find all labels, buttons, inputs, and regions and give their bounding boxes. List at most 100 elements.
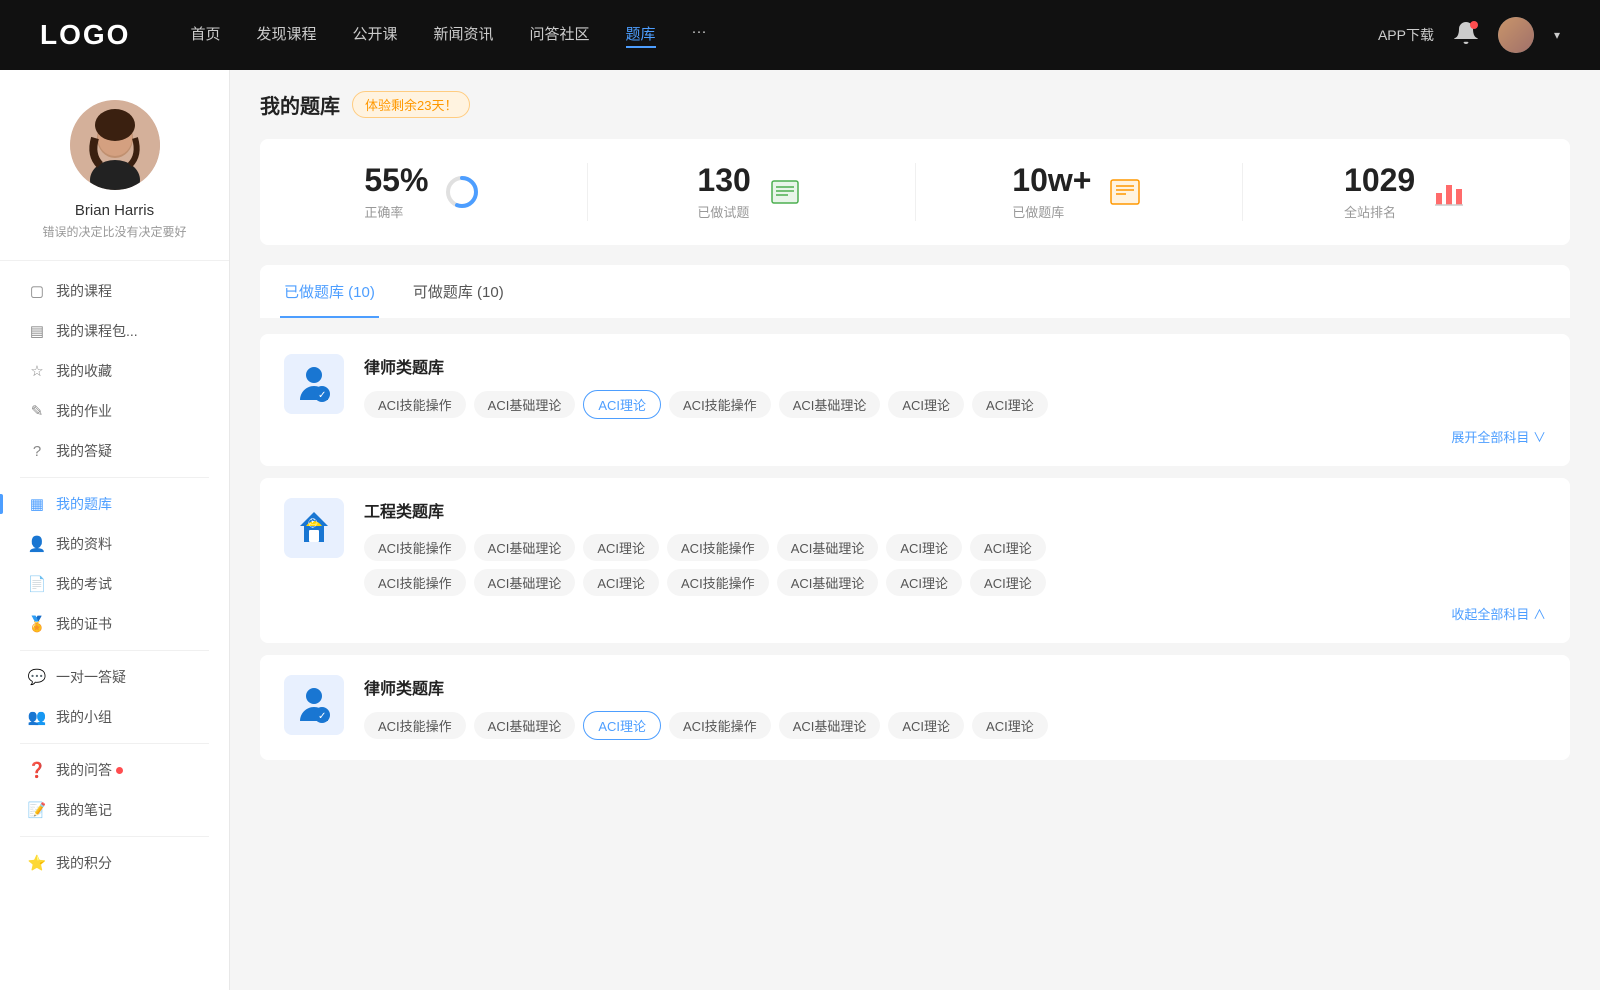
nav-item-···[interactable]: ··· [692, 23, 707, 48]
stat-value: 55% [364, 163, 428, 198]
sidebar-item-我的问答[interactable]: ❓我的问答 [0, 750, 229, 790]
tab-可做题库 (10)[interactable]: 可做题库 (10) [409, 265, 508, 318]
tag-1-row2-3[interactable]: ACI技能操作 [667, 569, 769, 596]
sidebar-item-我的资料[interactable]: 👤我的资料 [0, 524, 229, 564]
logo: LOGO [40, 19, 130, 51]
stat-text: 1029 全站排名 [1344, 163, 1415, 221]
sidebar-divider-13 [20, 836, 209, 837]
sidebar-motto: 错误的决定比没有决定要好 [42, 223, 186, 240]
tag-2-1[interactable]: ACI基础理论 [474, 712, 576, 739]
sidebar-item-label: 我的作业 [56, 401, 112, 421]
homework-icon: ✎ [28, 402, 46, 420]
tag-1-row2-2[interactable]: ACI理论 [583, 569, 659, 596]
collapse-link-1[interactable]: 收起全部科目 ∧ [364, 604, 1546, 623]
stat-item-全站排名: 1029 全站排名 [1243, 163, 1570, 221]
tag-1-1[interactable]: ACI基础理论 [474, 534, 576, 561]
tag-0-4[interactable]: ACI基础理论 [779, 391, 881, 418]
sidebar-item-label: 我的收藏 [56, 361, 112, 381]
donut-icon [442, 172, 482, 212]
stat-label: 已做题库 [1012, 202, 1091, 221]
points-icon: ⭐ [28, 854, 46, 872]
expand-link-0[interactable]: 展开全部科目 ∨ [364, 427, 1546, 446]
stat-item-正确率: 55% 正确率 [260, 163, 588, 221]
sidebar-item-label: 我的答疑 [56, 441, 112, 461]
stats-card: 55% 正确率 130 已做试题 10w+ 已做题库 1029 全站排名 [260, 139, 1570, 245]
user-dropdown-arrow[interactable]: ▾ [1554, 28, 1560, 42]
sidebar-item-label: 我的题库 [56, 494, 112, 514]
engineer-icon: ⛑ [284, 498, 344, 558]
sidebar-item-label: 我的笔记 [56, 800, 112, 820]
page-title: 我的题库 [260, 90, 340, 119]
notification-bell[interactable] [1454, 21, 1478, 50]
data-icon: 👤 [28, 535, 46, 553]
sidebar-item-我的证书[interactable]: 🏅我的证书 [0, 604, 229, 644]
stat-item-已做试题: 130 已做试题 [588, 163, 916, 221]
nav-item-问答社区[interactable]: 问答社区 [530, 23, 590, 48]
book-icon [1105, 172, 1145, 212]
notification-dot [1470, 21, 1478, 29]
bank-card-0: ✓ 律师类题库ACI技能操作ACI基础理论ACI理论ACI技能操作ACI基础理论… [260, 334, 1570, 466]
tag-0-6[interactable]: ACI理论 [972, 391, 1048, 418]
sidebar-item-我的考试[interactable]: 📄我的考试 [0, 564, 229, 604]
lawyer-icon: ✓ [284, 354, 344, 414]
nav-item-新闻资讯[interactable]: 新闻资讯 [434, 23, 494, 48]
tag-1-5[interactable]: ACI理论 [886, 534, 962, 561]
tag-2-2[interactable]: ACI理论 [583, 711, 661, 740]
one-one-icon: 💬 [28, 668, 46, 686]
nav-item-题库[interactable]: 题库 [626, 23, 656, 48]
sidebar-divider-11 [20, 743, 209, 744]
nav-item-首页[interactable]: 首页 [190, 23, 220, 48]
tag-0-5[interactable]: ACI理论 [888, 391, 964, 418]
sidebar-item-我的答疑[interactable]: ?我的答疑 [0, 431, 229, 471]
tags-row2-1: ACI技能操作 ACI基础理论 ACI理论 ACI技能操作 ACI基础理论 ACI理论 AC… [364, 569, 1546, 596]
stat-item-已做题库: 10w+ 已做题库 [916, 163, 1244, 221]
bank-info-2: 律师类题库ACI技能操作ACI基础理论ACI理论ACI技能操作ACI基础理论AC… [364, 675, 1546, 740]
tab-已做题库 (10)[interactable]: 已做题库 (10) [280, 265, 379, 318]
tag-0-1[interactable]: ACI基础理论 [474, 391, 576, 418]
sidebar-item-我的收藏[interactable]: ☆我的收藏 [0, 351, 229, 391]
tag-1-row2-1[interactable]: ACI基础理论 [474, 569, 576, 596]
tag-0-3[interactable]: ACI技能操作 [669, 391, 771, 418]
tag-2-4[interactable]: ACI基础理论 [779, 712, 881, 739]
sidebar-item-一对一答疑[interactable]: 💬 一对一答疑 [0, 657, 229, 697]
tag-0-0[interactable]: ACI技能操作 [364, 391, 466, 418]
tag-1-6[interactable]: ACI理论 [970, 534, 1046, 561]
tag-1-row2-4[interactable]: ACI基础理论 [777, 569, 879, 596]
sidebar-item-label: 我的证书 [56, 614, 112, 634]
sidebar-item-我的积分[interactable]: ⭐我的积分 [0, 843, 229, 883]
sidebar-item-我的小组[interactable]: 👥我的小组 [0, 697, 229, 737]
tag-1-3[interactable]: ACI技能操作 [667, 534, 769, 561]
page-header: 我的题库 体验剩余23天！ [260, 90, 1570, 119]
qa-icon: ❓ [28, 761, 46, 779]
tag-0-2[interactable]: ACI理论 [583, 390, 661, 419]
layout: Brian Harris 错误的决定比没有决定要好 ▢我的课程▤我的课程包...… [0, 70, 1600, 990]
tag-2-6[interactable]: ACI理论 [972, 712, 1048, 739]
app-download-button[interactable]: APP下载 [1378, 25, 1434, 45]
tag-1-0[interactable]: ACI技能操作 [364, 534, 466, 561]
sidebar-item-我的笔记[interactable]: 📝我的笔记 [0, 790, 229, 830]
tag-2-5[interactable]: ACI理论 [888, 712, 964, 739]
stat-text: 10w+ 已做题库 [1012, 163, 1091, 221]
nav-item-发现课程[interactable]: 发现课程 [256, 23, 316, 48]
avatar[interactable] [1498, 17, 1534, 53]
tag-1-4[interactable]: ACI基础理论 [777, 534, 879, 561]
tag-1-row2-0[interactable]: ACI技能操作 [364, 569, 466, 596]
tag-2-0[interactable]: ACI技能操作 [364, 712, 466, 739]
tag-1-2[interactable]: ACI理论 [583, 534, 659, 561]
sidebar-item-我的课程包...[interactable]: ▤我的课程包... [0, 311, 229, 351]
sidebar-item-我的题库[interactable]: ▦我的题库 [0, 484, 229, 524]
exam-icon: 📄 [28, 575, 46, 593]
sidebar-item-我的课程[interactable]: ▢我的课程 [0, 271, 229, 311]
stat-label: 全站排名 [1344, 202, 1415, 221]
stat-value: 10w+ [1012, 163, 1091, 198]
sidebar-item-我的作业[interactable]: ✎ 我的作业 [0, 391, 229, 431]
sidebar-item-label: 一对一答疑 [56, 667, 126, 687]
bank-info-0: 律师类题库ACI技能操作ACI基础理论ACI理论ACI技能操作ACI基础理论AC… [364, 354, 1546, 446]
tag-1-row2-5[interactable]: ACI理论 [886, 569, 962, 596]
chart-icon [1429, 172, 1469, 212]
nav-item-公开课[interactable]: 公开课 [352, 23, 397, 48]
group-icon: 👥 [28, 708, 46, 726]
tag-1-row2-6[interactable]: ACI理论 [970, 569, 1046, 596]
tag-2-3[interactable]: ACI技能操作 [669, 712, 771, 739]
sidebar: Brian Harris 错误的决定比没有决定要好 ▢我的课程▤我的课程包...… [0, 70, 230, 990]
